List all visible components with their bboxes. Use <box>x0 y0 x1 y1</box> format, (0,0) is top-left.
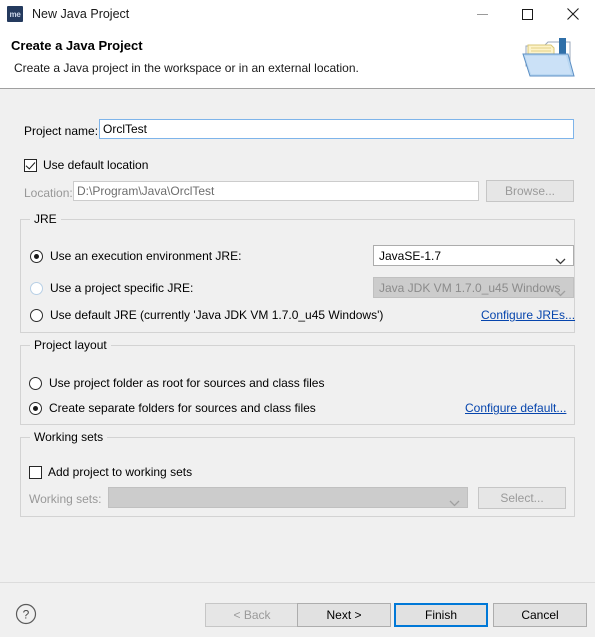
minimize-icon[interactable] <box>460 0 505 28</box>
checkbox-icon[interactable] <box>29 465 42 479</box>
radio-icon[interactable] <box>30 249 43 263</box>
execution-environment-value: JavaSE-1.7 <box>379 248 442 263</box>
execution-environment-select[interactable]: JavaSE-1.7 <box>373 245 574 266</box>
working-sets-select <box>108 487 468 508</box>
use-default-location-label: Use default location <box>43 158 149 172</box>
radio-use-default-jre[interactable]: Use default JRE (currently 'Java JDK VM … <box>30 308 383 322</box>
help-question-icon[interactable]: ? <box>15 603 37 625</box>
project-name-label: Project name: <box>24 124 99 138</box>
java-project-folder-icon <box>518 32 578 84</box>
add-project-to-working-sets-checkbox[interactable]: Add project to working sets <box>29 465 192 479</box>
maximize-icon[interactable] <box>505 0 550 28</box>
radio-icon[interactable] <box>30 308 43 322</box>
use-default-location-checkbox[interactable]: Use default location <box>24 158 148 172</box>
close-icon[interactable] <box>550 0 595 28</box>
radio-icon[interactable] <box>29 401 42 415</box>
radio-project-folder-as-root-label: Use project folder as root for sources a… <box>49 376 325 390</box>
radio-icon[interactable] <box>29 376 42 390</box>
window-title: New Java Project <box>32 7 130 21</box>
svg-text:?: ? <box>23 608 30 622</box>
radio-project-folder-as-root[interactable]: Use project folder as root for sources a… <box>29 376 324 390</box>
radio-use-project-specific-jre-label: Use a project specific JRE: <box>50 281 194 295</box>
configure-jres-link[interactable]: Configure JREs... <box>481 308 575 322</box>
configure-default-link[interactable]: Configure default... <box>465 401 566 415</box>
project-layout-group-title: Project layout <box>30 338 111 352</box>
working-sets-label: Working sets: <box>29 492 102 506</box>
radio-icon[interactable] <box>30 281 43 295</box>
chevron-down-icon <box>555 254 566 268</box>
app-icon: me <box>7 6 23 22</box>
back-button: < Back <box>205 603 299 627</box>
chevron-down-icon <box>555 286 566 300</box>
page-title: Create a Java Project <box>11 38 143 53</box>
radio-use-project-specific-jre[interactable]: Use a project specific JRE: <box>30 281 193 295</box>
location-input: D:\Program\Java\OrclTest <box>73 181 479 201</box>
working-sets-select-button: Select... <box>478 487 566 509</box>
chevron-down-icon <box>449 496 460 510</box>
jre-group-title: JRE <box>30 212 61 226</box>
project-name-input[interactable] <box>99 119 574 139</box>
new-java-project-dialog: me New Java Project Create a Java Projec… <box>0 0 595 637</box>
wizard-header: Create a Java Project Create a Java proj… <box>0 28 595 88</box>
finish-button[interactable]: Finish <box>394 603 488 627</box>
working-sets-group-title: Working sets <box>30 430 108 444</box>
next-button[interactable]: Next > <box>297 603 391 627</box>
window-controls <box>460 0 595 28</box>
radio-use-execution-environment[interactable]: Use an execution environment JRE: <box>30 249 241 263</box>
radio-use-execution-environment-label: Use an execution environment JRE: <box>50 249 242 263</box>
browse-button: Browse... <box>486 180 574 202</box>
checkbox-icon[interactable] <box>24 158 37 172</box>
page-subtitle: Create a Java project in the workspace o… <box>14 61 359 75</box>
project-specific-jre-select: Java JDK VM 1.7.0_u45 Windows <box>373 277 574 298</box>
radio-separate-folders-label: Create separate folders for sources and … <box>49 401 316 415</box>
radio-separate-folders[interactable]: Create separate folders for sources and … <box>29 401 316 415</box>
radio-use-default-jre-label: Use default JRE (currently 'Java JDK VM … <box>50 308 384 322</box>
location-label: Location: <box>24 186 73 200</box>
add-project-to-working-sets-label: Add project to working sets <box>48 465 193 479</box>
cancel-button[interactable]: Cancel <box>493 603 587 627</box>
project-specific-jre-value: Java JDK VM 1.7.0_u45 Windows <box>379 280 561 295</box>
title-bar: me New Java Project <box>0 0 595 28</box>
